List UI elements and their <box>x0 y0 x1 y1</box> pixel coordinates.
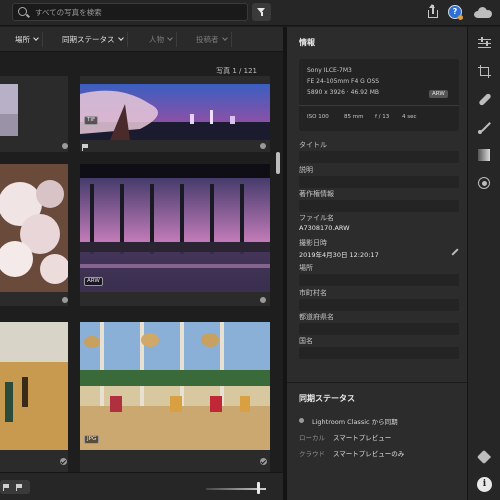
sliders-icon[interactable] <box>478 37 491 50</box>
image-dimensions: 5890 x 3926 · 46.92 MB <box>307 89 380 96</box>
photo-thumbnail <box>80 84 270 140</box>
title-field[interactable] <box>299 151 459 163</box>
filter-sync-status-label: 同期ステータス <box>62 35 115 44</box>
flag-icon[interactable] <box>82 144 88 151</box>
search-placeholder: すべての写真を検索 <box>35 8 102 17</box>
chevron-down-icon <box>33 35 39 41</box>
filter-contributor-label: 投稿者 <box>196 35 219 44</box>
synced-check-icon <box>60 458 67 465</box>
chevron-down-icon <box>117 35 124 41</box>
cloud-value: スマートプレビューのみ <box>333 450 405 458</box>
local-value: スマートプレビュー <box>333 434 392 442</box>
healing-icon[interactable] <box>478 92 492 107</box>
radial-icon[interactable] <box>478 177 491 190</box>
filter-people-label: 人物 <box>149 35 164 44</box>
slider-thumb[interactable] <box>257 482 260 494</box>
title-label: タイトル <box>299 141 327 149</box>
photo-thumbnail <box>80 164 270 292</box>
filter-location[interactable]: 場所 <box>15 32 43 47</box>
photo-tile[interactable]: ARW <box>80 164 270 306</box>
photo-count: 写真 1 / 121 <box>216 67 257 75</box>
search-icon <box>18 7 27 16</box>
flag-toggle-group[interactable] <box>0 480 30 494</box>
format-badge: TIF <box>84 116 99 125</box>
tag-icon[interactable] <box>476 449 492 465</box>
format-badge: ARW <box>429 90 448 98</box>
exif-card: Sony ILCE-7M3 FE 24-105mm F4 G OSS 5890 … <box>299 59 459 131</box>
filter-sync-status[interactable]: 同期ステータス <box>62 32 128 47</box>
edit-pencil-icon[interactable] <box>451 248 459 256</box>
capture-date-value: 2019年4月30日 12:20:17 <box>299 251 379 259</box>
flag-icon[interactable] <box>16 484 22 491</box>
info-panel: 情報 Sony ILCE-7M3 FE 24-105mm F4 G OSS 58… <box>287 27 467 500</box>
right-toolbar: i <box>467 27 500 500</box>
sync-status-title: 同期ステータス <box>299 394 355 403</box>
photo-thumbnail <box>0 84 18 136</box>
filename-value: A7308170.ARW <box>299 224 350 232</box>
divider <box>299 105 459 106</box>
crop-icon[interactable] <box>478 65 491 78</box>
search-input[interactable]: すべての写真を検索 <box>12 3 248 21</box>
cloud-icon[interactable] <box>474 6 492 18</box>
copyright-label: 著作権情報 <box>299 190 334 198</box>
camera-model: Sony ILCE-7M3 <box>307 67 352 74</box>
city-label: 市町村名 <box>299 289 327 297</box>
sync-dot-icon <box>299 418 304 423</box>
brush-icon[interactable] <box>478 121 491 134</box>
format-badge: ARW <box>84 277 103 286</box>
state-label: 都道府県名 <box>299 313 334 321</box>
photo-tile[interactable] <box>0 322 68 472</box>
photo-thumbnail <box>0 322 68 450</box>
cloud-label: クラウド <box>299 450 325 458</box>
filter-location-label: 場所 <box>15 35 30 44</box>
country-label: 国名 <box>299 337 313 345</box>
synced-check-icon <box>260 458 267 465</box>
filter-bar: 場所 同期ステータス 人物 投稿者 <box>0 27 283 52</box>
state-field[interactable] <box>299 323 459 335</box>
shutter-speed: 4 sec <box>402 114 417 120</box>
info-title: 情報 <box>299 38 315 47</box>
photo-tile[interactable] <box>0 76 68 152</box>
country-field[interactable] <box>299 347 459 359</box>
photo-thumbnail <box>0 164 68 292</box>
info-icon[interactable]: i <box>477 477 492 492</box>
chevron-down-icon <box>167 35 173 41</box>
filter-people[interactable]: 人物 <box>149 32 177 47</box>
share-icon[interactable] <box>426 4 440 19</box>
copyright-field[interactable] <box>299 200 459 212</box>
lens-model: FE 24-105mm F4 G OSS <box>307 78 380 85</box>
bottom-bar <box>0 472 283 500</box>
section-divider <box>287 382 467 383</box>
photo-tile[interactable]: JPG <box>80 322 270 472</box>
status-dot <box>62 143 68 149</box>
grid-scrollbar[interactable] <box>276 152 280 174</box>
filter-button[interactable] <box>252 3 271 21</box>
photo-tile[interactable]: TIF <box>80 76 270 152</box>
city-field[interactable] <box>299 299 459 311</box>
photo-grid: 写真 1 / 121 TIF ARW JPG <box>0 52 283 472</box>
aperture-value: f / 13 <box>375 114 390 120</box>
chevron-down-icon <box>221 35 228 41</box>
status-dot <box>260 143 266 149</box>
caption-label: 説明 <box>299 166 313 174</box>
local-label: ローカル <box>299 434 325 442</box>
location-label: 場所 <box>299 264 313 272</box>
gradient-icon[interactable] <box>478 149 491 162</box>
notification-dot <box>458 15 463 20</box>
location-field[interactable] <box>299 274 459 286</box>
sync-source: Lightroom Classic から同期 <box>312 418 398 426</box>
photo-tile[interactable] <box>0 164 68 306</box>
iso-value: ISO 100 <box>307 114 329 120</box>
focal-length: 85 mm <box>344 114 364 120</box>
capture-date-label: 撮影日時 <box>299 239 327 247</box>
top-bar: すべての写真を検索 ? <box>0 0 500 26</box>
photo-thumbnail <box>80 322 270 450</box>
status-dot <box>62 297 68 303</box>
format-badge: JPG <box>84 435 100 444</box>
caption-field[interactable] <box>299 176 459 188</box>
filename-label: ファイル名 <box>299 214 334 222</box>
flag-icon[interactable] <box>3 484 9 491</box>
status-dot <box>260 297 266 303</box>
filter-contributor[interactable]: 投稿者 <box>196 32 232 47</box>
